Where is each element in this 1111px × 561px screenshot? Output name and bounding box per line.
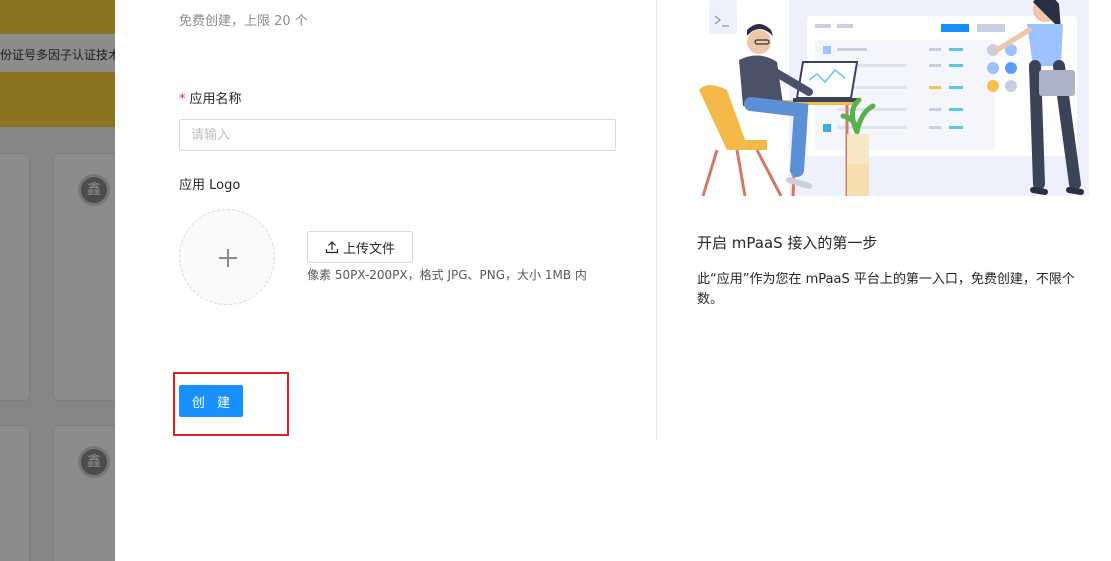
create-app-drawer: 免费创建，上限 20 个 *应用名称 应用 Logo 上传文件 像素 50PX-… [115, 0, 1111, 561]
info-description: 此“应用”作为您在 mPaaS 平台上的第一入口，免费创建，不限个数。 [697, 272, 1075, 307]
app-name-label: * 应用名称 [179, 88, 242, 107]
upload-file-label: 上传文件 [342, 241, 395, 257]
upload-icon [325, 241, 339, 254]
info-title: 开启 mPaaS 接入的第一步 [697, 234, 878, 252]
upload-file-button[interactable]: 上传文件 [307, 231, 413, 263]
logo-upload-area[interactable] [179, 209, 275, 305]
create-app-form: 免费创建，上限 20 个 *应用名称 应用 Logo 上传文件 像素 50PX-… [173, 0, 619, 440]
create-button[interactable]: 创 建 [179, 385, 243, 417]
upload-hint: 像素 50PX-200PX，格式 JPG、PNG，大小 1MB 内 [307, 268, 587, 282]
app-name-input[interactable] [179, 119, 616, 151]
mpaas-illustration [699, 0, 1089, 196]
form-subtitle: 免费创建，上限 20 个 [179, 14, 308, 29]
app-name-label-text: 应用名称 [189, 92, 242, 107]
app-logo-label: 应用 Logo [179, 178, 241, 193]
pane-divider [656, 0, 657, 440]
info-pane: 开启 mPaaS 接入的第一步 此“应用”作为您在 mPaaS 平台上的第一入口… [697, 0, 1111, 440]
required-mark: * [179, 92, 186, 107]
